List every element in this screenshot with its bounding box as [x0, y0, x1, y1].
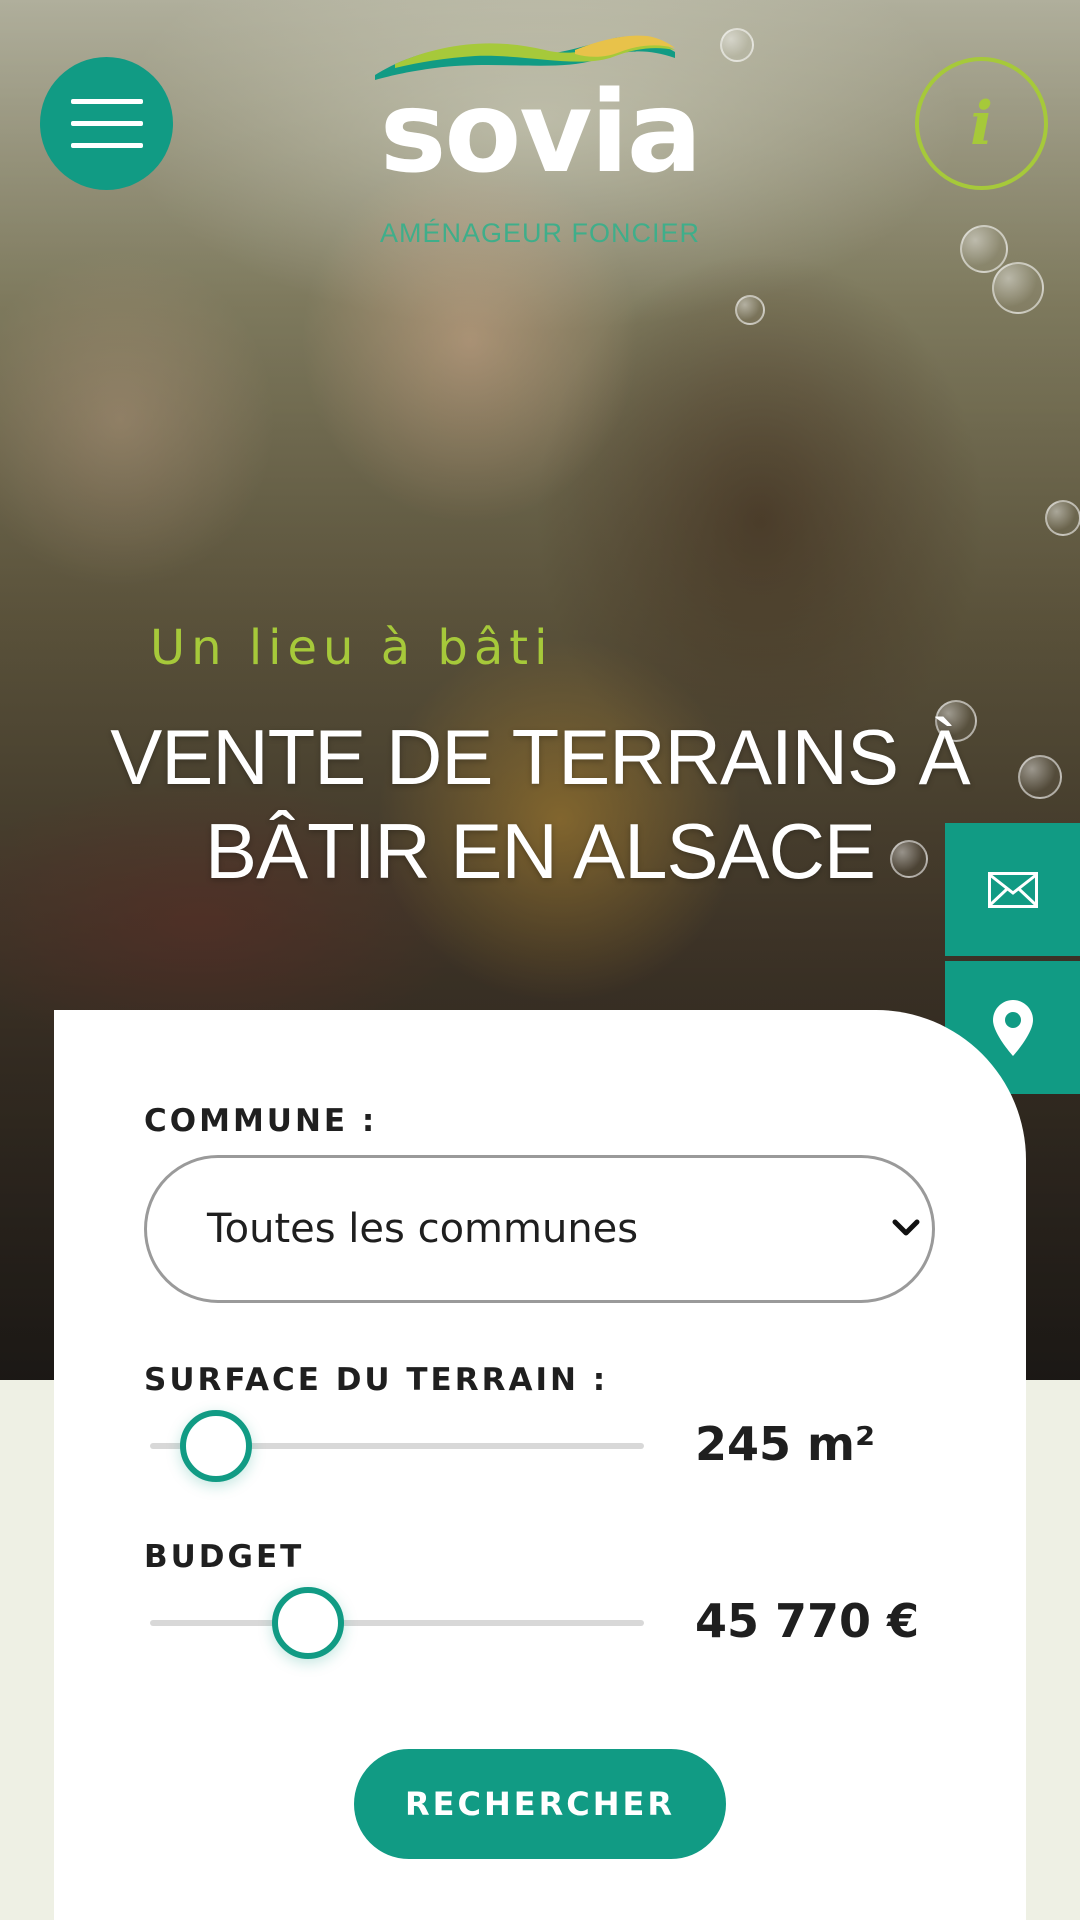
commune-select[interactable]: Toutes les communes	[144, 1155, 935, 1303]
info-icon: i	[970, 88, 993, 159]
sovia-logo[interactable]: sovia AMÉNAGEUR FONCIER	[370, 30, 720, 248]
budget-label: BUDGET	[144, 1539, 305, 1575]
contact-mail-button[interactable]	[945, 823, 1080, 956]
hero-headline: VENTE DE TERRAINS À BÂTIR EN ALSACE	[60, 710, 1020, 898]
surface-value: 245 m²	[695, 1417, 876, 1471]
soap-bubble	[1045, 500, 1080, 536]
info-button[interactable]: i	[915, 57, 1048, 190]
soap-bubble	[992, 262, 1044, 314]
map-pin-icon	[992, 999, 1033, 1056]
chevron-down-icon	[892, 1219, 920, 1236]
logo-wordmark: sovia	[379, 68, 703, 198]
soap-bubble	[1018, 755, 1062, 799]
budget-slider-track[interactable]	[150, 1620, 644, 1626]
commune-label: COMMUNE :	[144, 1103, 378, 1139]
menu-button[interactable]	[40, 57, 173, 190]
envelope-icon	[987, 871, 1038, 908]
soap-bubble	[720, 28, 754, 62]
logo-subtitle: AMÉNAGEUR FONCIER	[379, 218, 701, 248]
headline-line-2: BÂTIR EN ALSACE	[205, 807, 876, 895]
search-button[interactable]: RECHERCHER	[354, 1749, 726, 1859]
surface-slider-thumb[interactable]	[179, 1410, 252, 1482]
budget-value: 45 770 €	[695, 1594, 920, 1648]
hero-tagline: Un lieu à bâti	[150, 620, 554, 676]
commune-selected-value: Toutes les communes	[207, 1206, 639, 1252]
soap-bubble	[960, 225, 1008, 273]
budget-slider-thumb[interactable]	[272, 1587, 345, 1659]
surface-label: SURFACE DU TERRAIN :	[144, 1362, 609, 1398]
headline-line-1: VENTE DE TERRAINS À	[110, 713, 970, 801]
soap-bubble	[735, 295, 765, 325]
hamburger-menu-icon	[70, 99, 143, 104]
